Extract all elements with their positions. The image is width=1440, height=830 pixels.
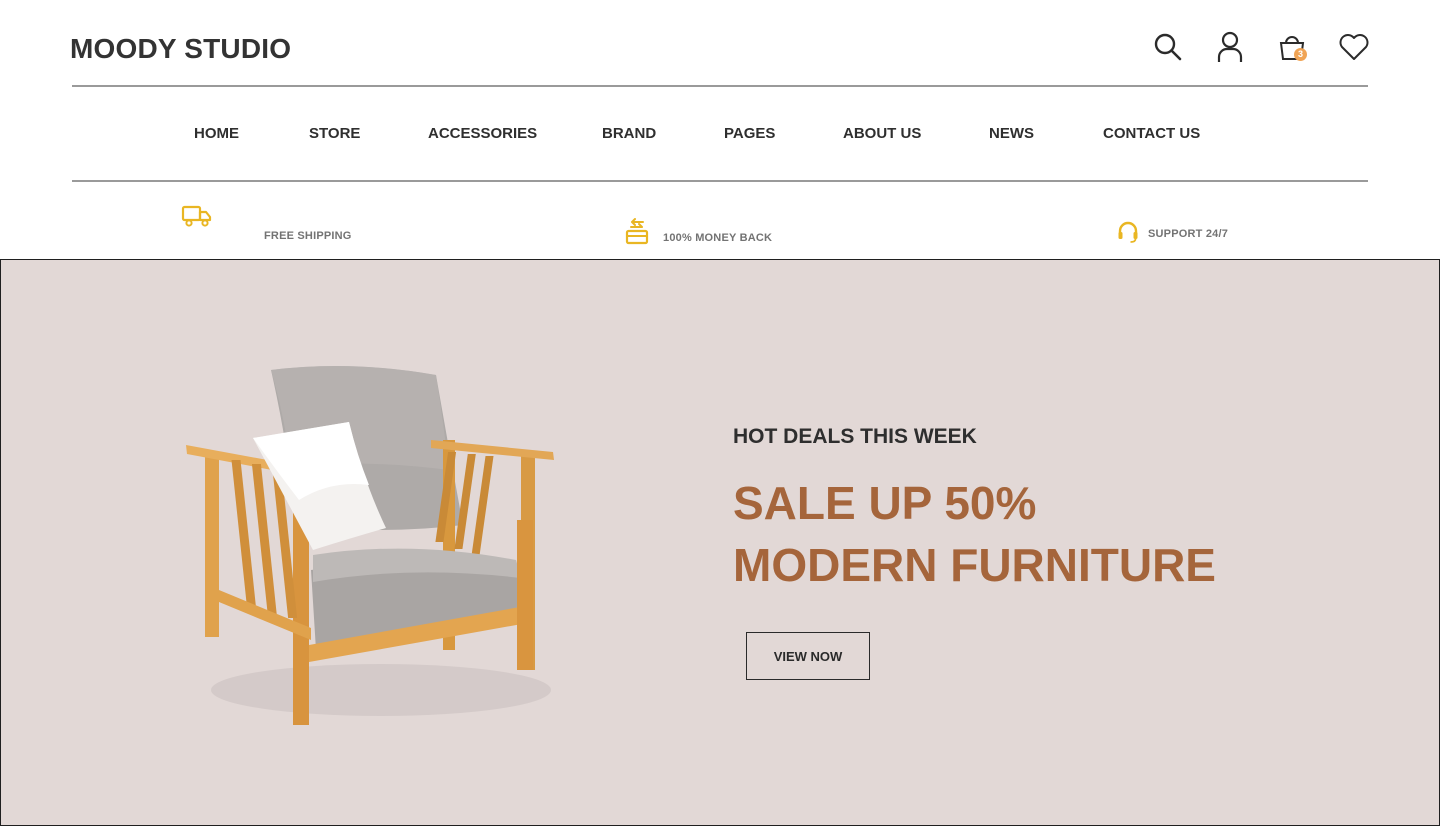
heart-icon[interactable] xyxy=(1338,30,1370,64)
header-icons: 3 xyxy=(1152,30,1370,64)
feature-support: SUPPORT 24/7 xyxy=(1148,228,1229,240)
truck-icon xyxy=(181,204,213,233)
search-icon[interactable] xyxy=(1152,30,1184,64)
nav-item-accessories[interactable]: ACCESSORIES xyxy=(428,125,537,142)
nav-item-contact-us[interactable]: CONTACT US xyxy=(1103,125,1200,142)
hero-headline-line-2: MODERN FURNITURE xyxy=(733,539,1216,591)
nav-item-home[interactable]: HOME xyxy=(194,125,239,142)
main-nav: HOME STORE ACCESSORIES BRAND PAGES ABOUT… xyxy=(0,87,1440,180)
nav-item-about-us[interactable]: ABOUT US xyxy=(843,125,921,142)
hero-kicker: HOT DEALS THIS WEEK xyxy=(733,425,977,448)
nav-item-pages[interactable]: PAGES xyxy=(724,125,775,142)
chair-image xyxy=(181,360,571,735)
hero-headline-line-1: SALE UP 50% xyxy=(733,477,1037,529)
hero-banner: HOT DEALS THIS WEEK SALE UP 50% MODERN F… xyxy=(0,259,1440,826)
nav-item-store[interactable]: STORE xyxy=(309,125,360,142)
feature-free-shipping: FREE SHIPPING xyxy=(264,230,352,242)
headset-icon xyxy=(1116,220,1140,249)
user-icon[interactable] xyxy=(1214,30,1246,64)
cart-icon[interactable]: 3 xyxy=(1276,30,1308,64)
view-now-button[interactable]: VIEW NOW xyxy=(746,632,870,680)
money-back-icon xyxy=(624,216,650,251)
hero-headline: SALE UP 50% MODERN FURNITURE xyxy=(733,472,1216,596)
features-bar: FREE SHIPPING 100% MONEY BACK SUPPORT 24… xyxy=(0,182,1440,260)
feature-money-back: 100% MONEY BACK xyxy=(663,232,773,244)
cart-count-badge: 3 xyxy=(1294,48,1307,61)
site-header: MOODY STUDIO 3 xyxy=(0,0,1440,86)
nav-item-news[interactable]: NEWS xyxy=(989,125,1034,142)
nav-item-brand[interactable]: BRAND xyxy=(602,125,656,142)
logo[interactable]: MOODY STUDIO xyxy=(70,33,291,65)
